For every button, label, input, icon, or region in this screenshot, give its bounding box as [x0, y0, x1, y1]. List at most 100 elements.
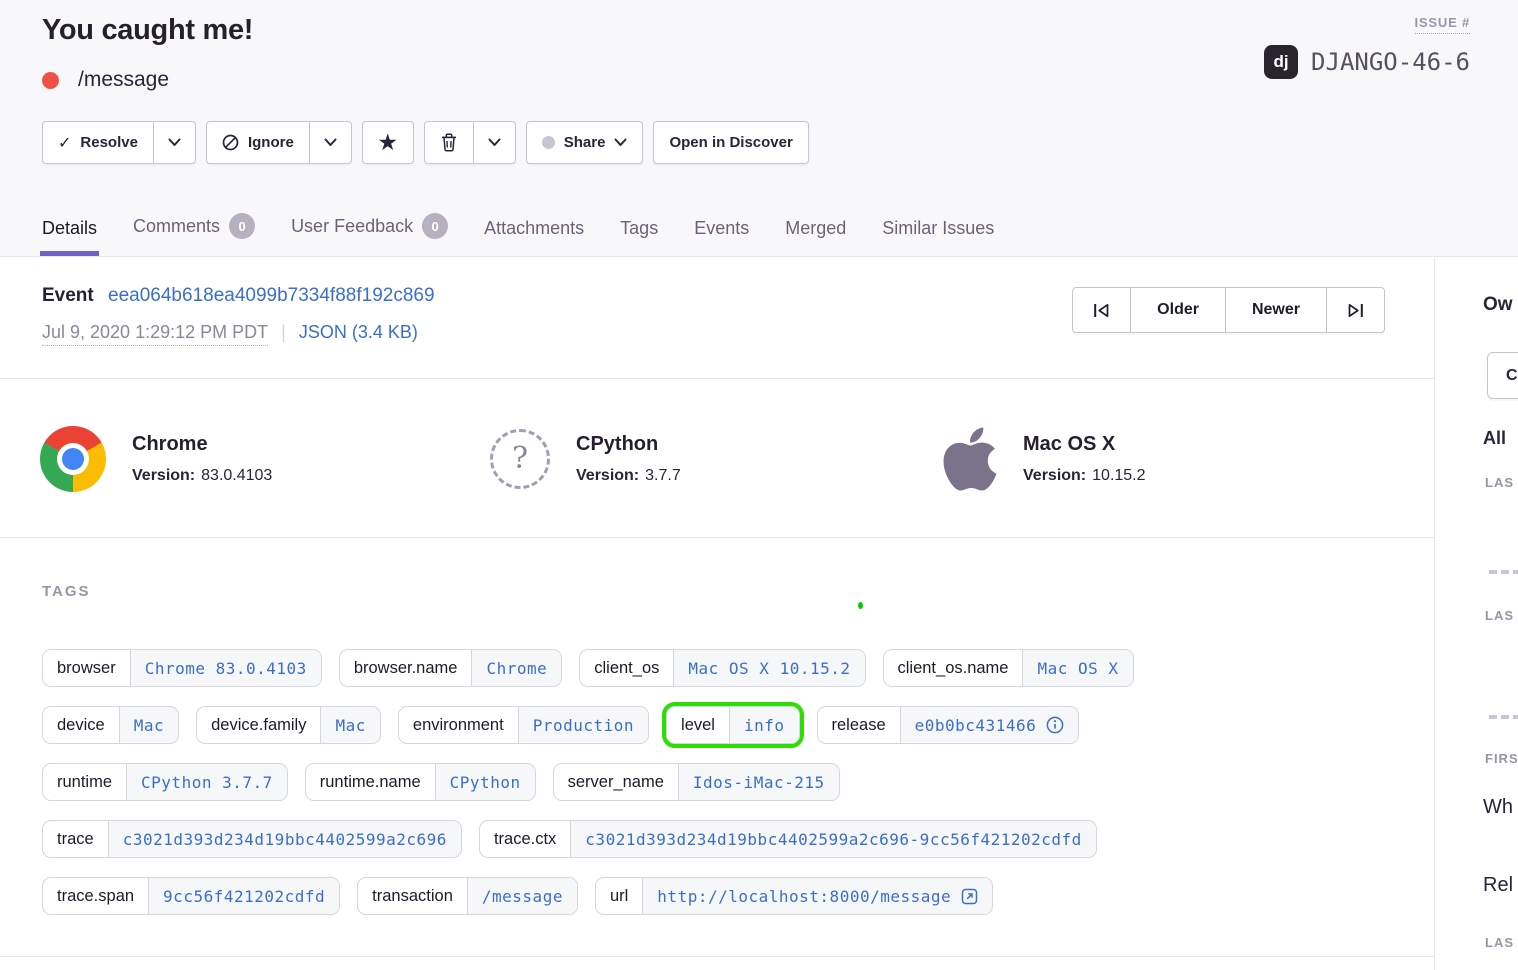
version-label: Version: — [576, 467, 639, 484]
tab-user-feedback[interactable]: User Feedback 0 — [291, 213, 448, 256]
tag-pill-url[interactable]: url http://localhost:8000/message — [595, 877, 993, 915]
tag-key: trace.span — [43, 878, 148, 914]
meta-separator: | — [281, 322, 286, 343]
tab-label: Tags — [620, 218, 658, 239]
info-circle-icon[interactable] — [1046, 716, 1064, 734]
context-os: Mac OS X Version: 10.15.2 — [943, 380, 1146, 537]
delete-dropdown-button[interactable] — [473, 121, 516, 164]
chevron-down-icon — [168, 138, 181, 147]
sidebar-caption: LAS — [1485, 475, 1514, 490]
version-label: Version: — [1023, 467, 1086, 484]
tab-label: User Feedback — [291, 216, 413, 237]
tag-row: browser Chrome 83.0.4103 browser.name Ch… — [42, 649, 1134, 687]
tag-pill-server-name[interactable]: server_name Idos-iMac-215 — [553, 763, 840, 801]
tag-value: c3021d393d234d19bbc4402599a2c696-9cc56f4… — [570, 821, 1096, 857]
tab-events[interactable]: Events — [694, 218, 749, 256]
tab-similar-issues[interactable]: Similar Issues — [882, 218, 994, 256]
skip-to-last-icon — [1347, 303, 1364, 318]
tag-pill-device[interactable]: device Mac — [42, 706, 179, 744]
tag-pill-device-family[interactable]: device.family Mac — [196, 706, 381, 744]
tab-tags[interactable]: Tags — [620, 218, 658, 256]
external-link-icon[interactable] — [961, 888, 978, 905]
tag-pill-trace[interactable]: trace c3021d393d234d19bbc4402599a2c696 — [42, 820, 462, 858]
tag-pill-client-os[interactable]: client_os Mac OS X 10.15.2 — [579, 649, 865, 687]
action-toolbar: ✓ Resolve Ignore — [42, 121, 809, 164]
tag-row: trace c3021d393d234d19bbc4402599a2c696 t… — [42, 820, 1134, 858]
check-icon: ✓ — [58, 133, 71, 153]
skip-to-first-icon — [1093, 303, 1110, 318]
older-event-button[interactable]: Older — [1130, 287, 1226, 333]
resolve-button-group: ✓ Resolve — [42, 121, 196, 164]
newer-event-button[interactable]: Newer — [1225, 287, 1327, 333]
tag-key: trace.ctx — [480, 821, 570, 857]
tag-pill-environment[interactable]: environment Production — [398, 706, 649, 744]
tag-value: Production — [518, 707, 648, 743]
tag-key: device.family — [197, 707, 320, 743]
version-value: 3.7.7 — [645, 467, 681, 484]
resolve-button[interactable]: ✓ Resolve — [42, 121, 154, 164]
tab-merged[interactable]: Merged — [785, 218, 846, 256]
trash-icon — [441, 133, 457, 152]
tab-label: Attachments — [484, 218, 584, 239]
bookmark-star-button[interactable]: ★ — [362, 121, 414, 164]
ignore-button-group: Ignore — [206, 121, 352, 164]
event-timestamp: Jul 9, 2020 1:29:12 PM PDT — [42, 322, 268, 346]
tab-label: Events — [694, 218, 749, 239]
tag-value: Chrome 83.0.4103 — [130, 650, 321, 686]
tag-pill-client-os-name[interactable]: client_os.name Mac OS X — [883, 649, 1134, 687]
tab-attachments[interactable]: Attachments — [484, 218, 584, 256]
share-button[interactable]: Share — [526, 121, 644, 164]
issue-number-block: ISSUE # dj DJANGO-46-6 — [1264, 14, 1470, 79]
version-label: Version: — [132, 467, 195, 484]
right-sidebar: Ow C All LAS LAS FIRS Wh Rel LAS — [1434, 258, 1518, 970]
open-in-discover-button[interactable]: Open in Discover — [653, 121, 808, 164]
oldest-event-button[interactable] — [1072, 287, 1131, 333]
latest-event-button[interactable] — [1326, 287, 1385, 333]
resolve-dropdown-button[interactable] — [153, 121, 196, 164]
tags-section: TAGS browser Chrome 83.0.4103 browser.na… — [0, 539, 1434, 957]
event-context-summary: Chrome Version:83.0.4103 ? CPython Versi… — [0, 380, 1434, 538]
tag-pill-browser[interactable]: browser Chrome 83.0.4103 — [42, 649, 322, 687]
ignore-dropdown-button[interactable] — [309, 121, 352, 164]
tag-pill-runtime-name[interactable]: runtime.name CPython — [305, 763, 536, 801]
error-level-dot — [42, 72, 59, 89]
ignore-button-label: Ignore — [248, 134, 294, 151]
tab-details[interactable]: Details — [42, 218, 97, 256]
sidebar-assignee-button[interactable]: C — [1487, 352, 1518, 399]
tag-row: runtime CPython 3.7.7 runtime.name CPyth… — [42, 763, 1134, 801]
tag-pill-browser-name[interactable]: browser.name Chrome — [339, 649, 562, 687]
tag-pill-trace-span[interactable]: trace.span 9cc56f421202cdfd — [42, 877, 340, 915]
issue-tab-bar: Details Comments 0 User Feedback 0 Attac… — [42, 213, 994, 256]
event-json-link[interactable]: JSON (3.4 KB) — [299, 322, 418, 343]
event-header-bar: Event eea064b618ea4099b7334f88f192c869 J… — [0, 258, 1434, 379]
tag-value: Mac — [320, 707, 379, 743]
tag-pill-release[interactable]: release e0b0bc431466 — [817, 706, 1080, 744]
event-label: Event — [42, 285, 94, 306]
sidebar-caption: FIRS — [1485, 751, 1518, 766]
tag-pill-transaction[interactable]: transaction /message — [357, 877, 578, 915]
chevron-down-icon — [614, 138, 627, 147]
tag-value: Mac OS X 10.15.2 — [673, 650, 864, 686]
unknown-question-icon: ? — [490, 429, 550, 489]
page-title: You caught me! — [42, 14, 253, 47]
apple-logo-icon — [943, 423, 997, 495]
event-title: Event eea064b618ea4099b7334f88f192c869 — [42, 285, 435, 307]
tag-pill-runtime[interactable]: runtime CPython 3.7.7 — [42, 763, 288, 801]
sidebar-dash-placeholder — [1489, 715, 1518, 719]
sidebar-release-text: Rel — [1483, 874, 1513, 897]
tab-comments[interactable]: Comments 0 — [133, 213, 255, 256]
delete-button[interactable] — [424, 121, 474, 164]
ignore-button[interactable]: Ignore — [206, 121, 310, 164]
tag-pill-trace-ctx[interactable]: trace.ctx c3021d393d234d19bbc4402599a2c6… — [479, 820, 1097, 858]
tab-label: Similar Issues — [882, 218, 994, 239]
tag-value: Mac OS X — [1022, 650, 1132, 686]
tag-key: runtime.name — [306, 764, 435, 800]
share-button-label: Share — [564, 134, 606, 151]
context-name: Mac OS X — [1023, 433, 1146, 456]
chrome-logo-icon — [40, 426, 106, 492]
event-id-link[interactable]: eea064b618ea4099b7334f88f192c869 — [108, 285, 435, 306]
version-value: 10.15.2 — [1092, 467, 1145, 484]
tag-pill-level-highlighted[interactable]: level info — [666, 706, 799, 744]
context-name: Chrome — [132, 433, 272, 456]
tag-key: server_name — [554, 764, 678, 800]
